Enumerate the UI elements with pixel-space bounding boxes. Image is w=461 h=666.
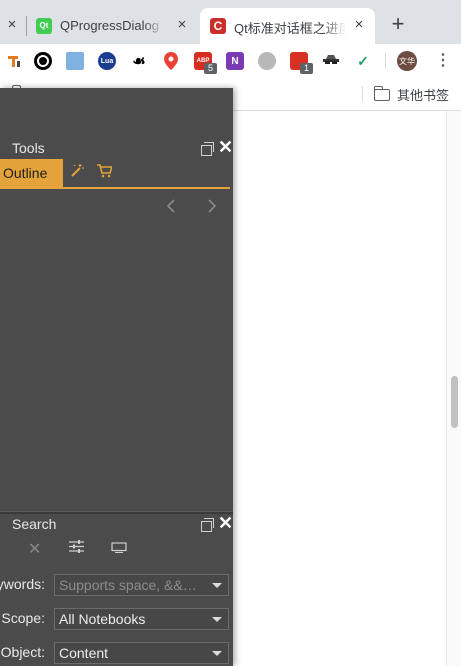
- chevron-down-icon[interactable]: [212, 651, 222, 656]
- chevron-down-icon[interactable]: [212, 617, 222, 622]
- toolbar-divider: [385, 53, 386, 69]
- keywords-label: Keywords:: [0, 576, 45, 592]
- gray-circle-icon[interactable]: [258, 52, 276, 70]
- close-icon[interactable]: ✕: [218, 514, 233, 532]
- folder-icon: [373, 86, 390, 101]
- red-ext-count-badge: 1: [300, 63, 313, 74]
- chevron-down-icon[interactable]: [212, 583, 222, 588]
- wand-icon[interactable]: [70, 164, 84, 181]
- browser-tab-partial[interactable]: ×: [0, 8, 26, 44]
- opera-ring-icon[interactable]: [34, 52, 52, 70]
- gnome-icon[interactable]: ☙: [130, 52, 148, 70]
- cart-icon[interactable]: [97, 164, 114, 181]
- browser-tab-qprogressdialog[interactable]: Qt QProgressDialog Cl ×: [26, 8, 198, 44]
- tab-title: QProgressDialog Cl: [60, 18, 164, 33]
- qt-favicon-icon: Qt: [36, 18, 52, 34]
- keywords-input[interactable]: Supports space, &&…: [54, 574, 229, 596]
- monitor-icon[interactable]: [111, 541, 127, 556]
- bookmarks-divider: [362, 86, 363, 102]
- float-window-icon[interactable]: [201, 142, 214, 156]
- object-select[interactable]: Content: [54, 642, 229, 664]
- object-label: Object:: [0, 644, 45, 660]
- object-value: Content: [59, 645, 109, 661]
- more-menu-icon[interactable]: ⋮: [435, 52, 451, 70]
- browser-tabstrip: × Qt QProgressDialog Cl × C Qt标准对话框之进度 ×…: [0, 0, 461, 44]
- spy-icon[interactable]: [322, 52, 340, 70]
- tool-panel: Tools ✕ Outline Search ✕ ✕ Keywords: Sup…: [0, 88, 233, 666]
- search-panel-title: Search: [12, 516, 57, 532]
- tab-title: Qt标准对话框之进度: [234, 21, 346, 36]
- chevron-right-icon[interactable]: [207, 197, 217, 218]
- tampermonkey-icon[interactable]: [5, 52, 23, 70]
- tab-outline[interactable]: Outline: [0, 159, 63, 187]
- panel-divider[interactable]: [0, 511, 233, 514]
- close-tab-icon[interactable]: ×: [174, 17, 190, 33]
- scope-label: Scope:: [1, 610, 45, 626]
- settings-sliders-icon[interactable]: [69, 540, 84, 556]
- chevron-left-icon[interactable]: [166, 197, 176, 218]
- keywords-placeholder: Supports space, &&…: [59, 577, 197, 593]
- close-icon[interactable]: ✕: [218, 138, 233, 156]
- onenote-icon[interactable]: N: [226, 52, 244, 70]
- picture-icon[interactable]: [66, 52, 84, 70]
- close-tab-icon[interactable]: ×: [351, 17, 367, 33]
- clear-icon[interactable]: ✕: [28, 539, 41, 559]
- other-bookmarks[interactable]: 其他书签: [397, 85, 449, 104]
- page-scrollbar-thumb[interactable]: [451, 376, 458, 428]
- tools-tabbar: Outline: [0, 159, 230, 189]
- lua-icon[interactable]: Lua: [98, 52, 116, 70]
- new-tab-button[interactable]: +: [386, 12, 410, 36]
- leaf-icon[interactable]: ✓: [354, 52, 372, 70]
- avatar[interactable]: 文华: [397, 51, 417, 71]
- close-tab-icon[interactable]: ×: [4, 17, 20, 33]
- tools-panel-title: Tools: [12, 140, 45, 156]
- csdn-favicon-icon: C: [210, 18, 226, 34]
- scope-select[interactable]: All Notebooks: [54, 608, 229, 630]
- scope-value: All Notebooks: [59, 611, 146, 627]
- browser-tab-active[interactable]: C Qt标准对话框之进度 ×: [200, 8, 375, 44]
- extensions-toolbar: Lua ☙ ABP 5 N 1 ✓ 文华 ⋮: [0, 44, 461, 78]
- page-scrollbar[interactable]: [446, 111, 461, 666]
- float-window-icon[interactable]: [201, 518, 214, 532]
- adblock-count-badge: 5: [204, 63, 217, 74]
- map-pin-icon[interactable]: [162, 52, 180, 70]
